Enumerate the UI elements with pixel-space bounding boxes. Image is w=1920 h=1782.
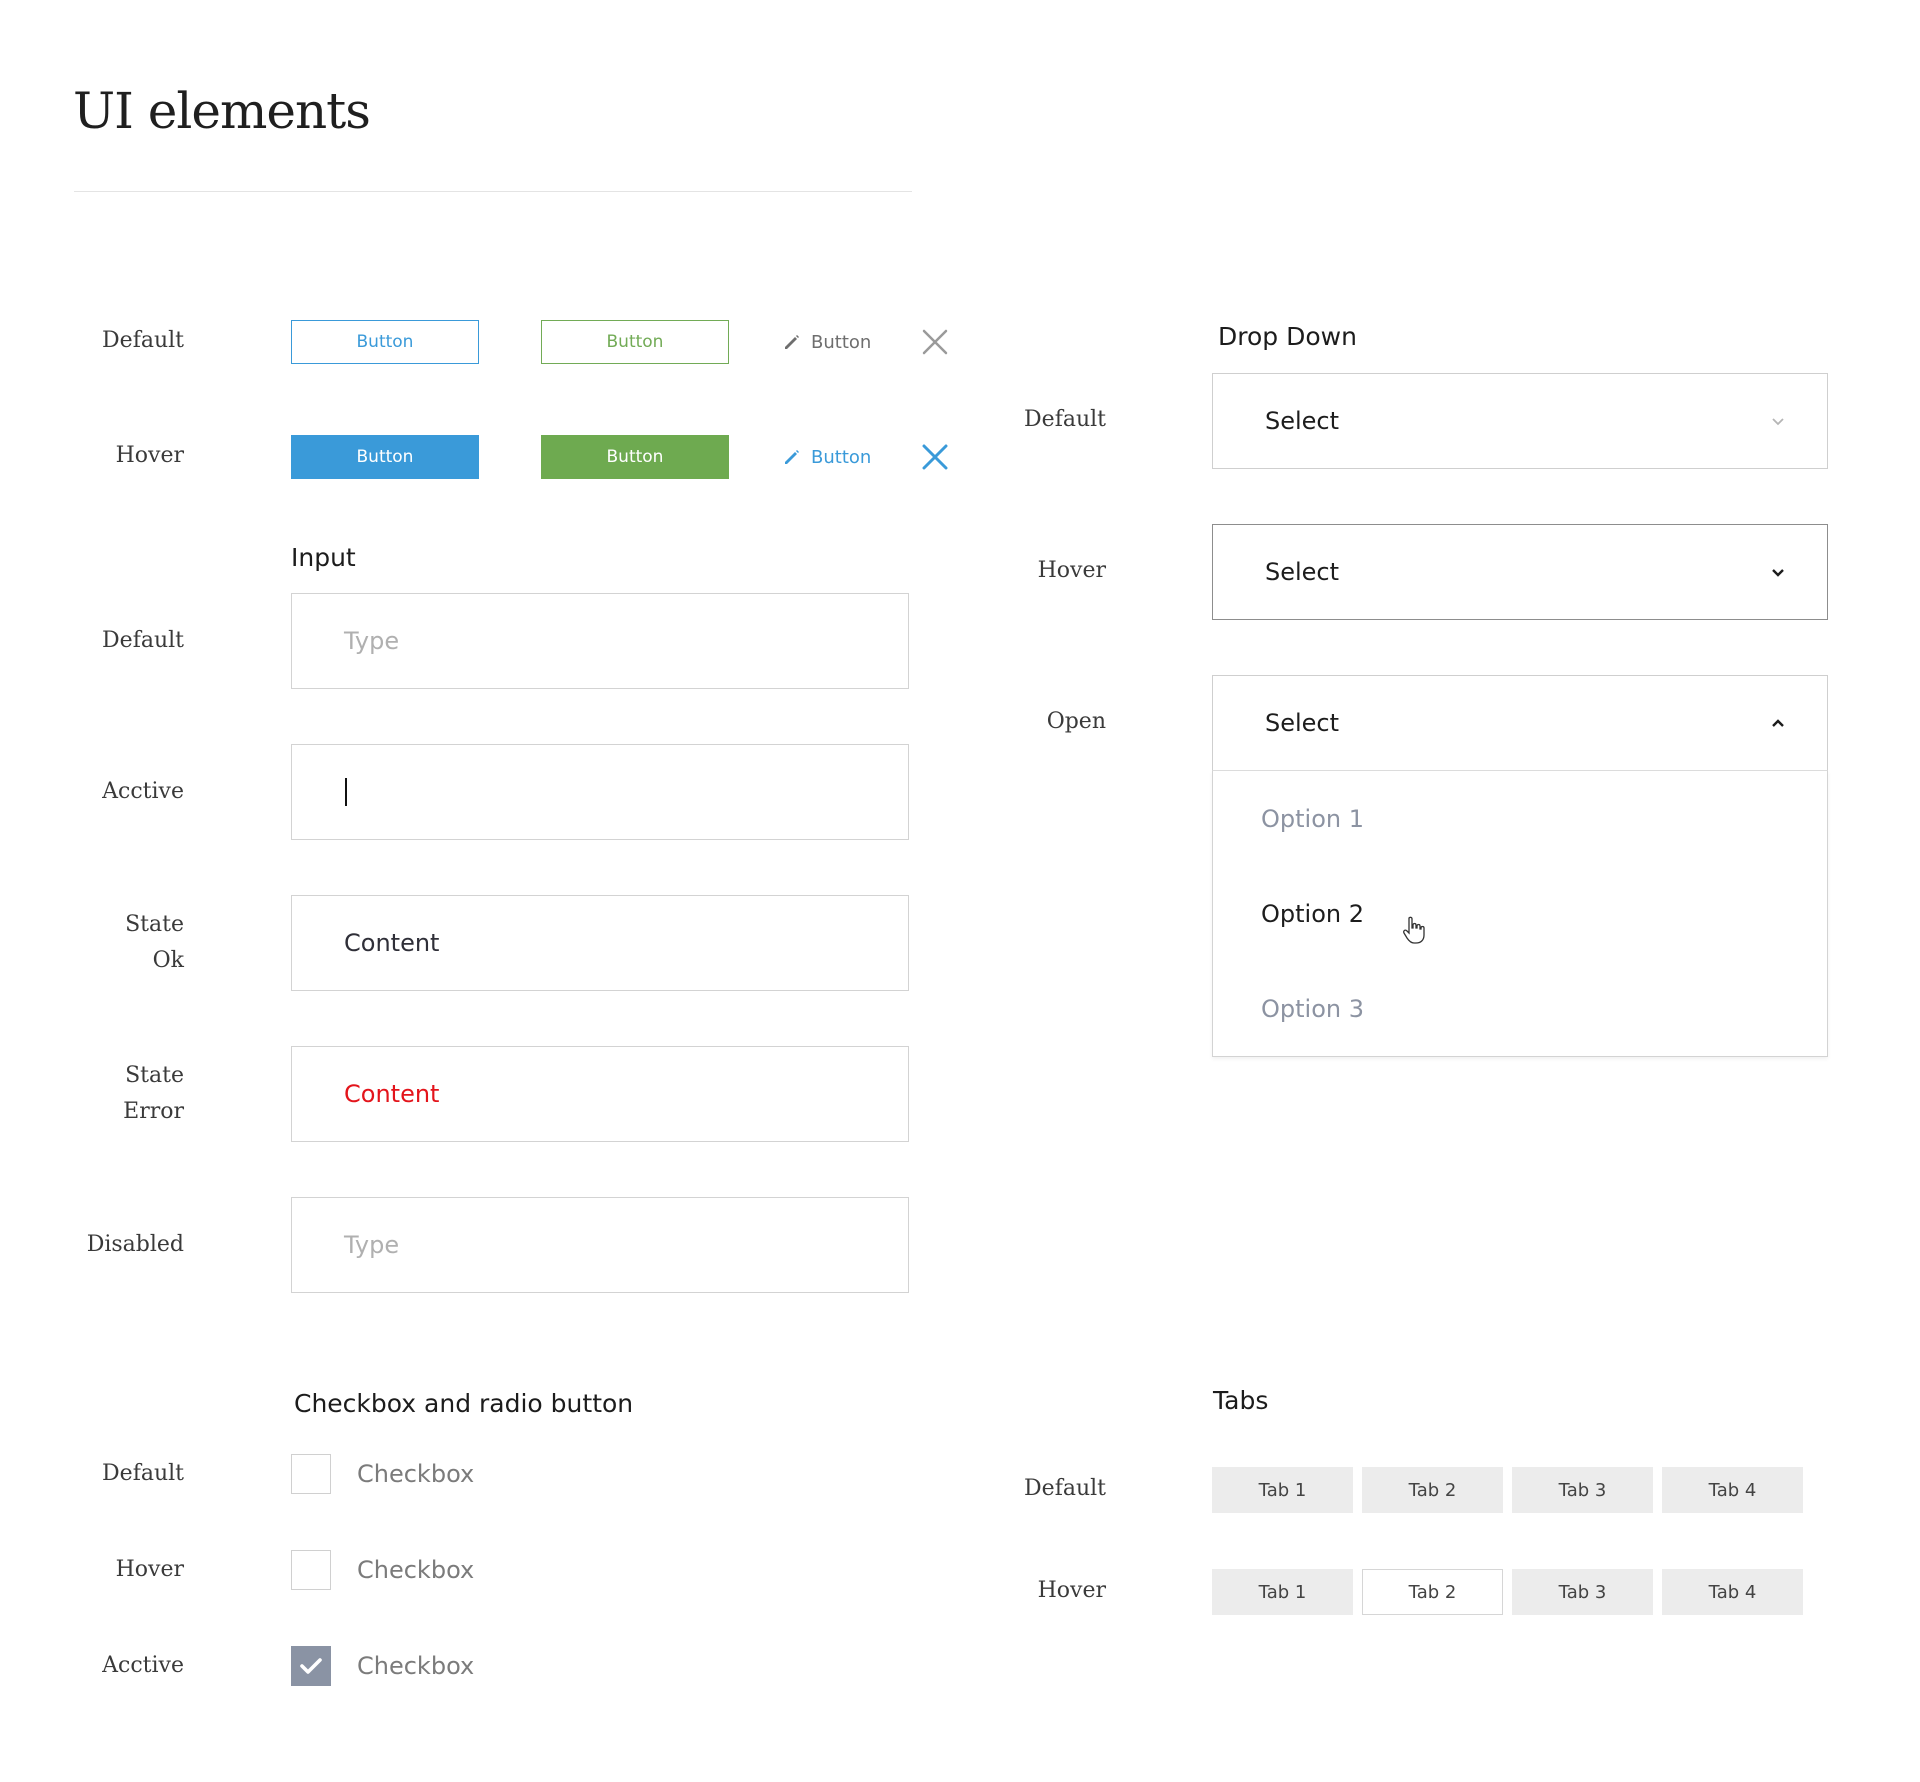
input-value: Content — [344, 929, 440, 957]
close-button-hover[interactable] — [919, 441, 951, 473]
row-label-tabs-default: Default — [1024, 1476, 1106, 1501]
row-label-buttons-hover: Hover — [115, 443, 184, 468]
checkbox-hover[interactable] — [291, 1550, 331, 1590]
edit-link-button[interactable]: Button — [783, 320, 871, 364]
input-disabled: Type — [291, 1197, 909, 1293]
select-value: Select — [1265, 709, 1340, 737]
input-default[interactable]: Type — [291, 593, 909, 689]
input-state-error[interactable]: Content — [291, 1046, 909, 1142]
edit-link-button-hover[interactable]: Button — [783, 435, 871, 479]
row-label-input-ok: State Ok — [125, 907, 184, 979]
select-open-trigger[interactable]: Select — [1212, 675, 1828, 771]
edit-link-label: Button — [811, 331, 872, 353]
tabs-heading: Tabs — [1213, 1386, 1269, 1415]
row-label-checkbox-active: Acctive — [102, 1653, 184, 1678]
row-label-line: State — [125, 1063, 184, 1088]
input-state-ok[interactable]: Content — [291, 895, 909, 991]
select-value: Select — [1265, 407, 1340, 435]
tab-1[interactable]: Tab 1 — [1212, 1467, 1353, 1513]
select-default[interactable]: Select — [1212, 373, 1828, 469]
row-label-input-active: Acctive — [102, 779, 184, 804]
input-heading: Input — [291, 543, 356, 572]
dropdown-heading: Drop Down — [1218, 322, 1357, 351]
tabs-default: Tab 1 Tab 2 Tab 3 Tab 4 — [1212, 1467, 1803, 1513]
checkbox-active-row: Checkbox — [291, 1644, 474, 1688]
row-label-line: State — [125, 912, 184, 937]
row-label-tabs-hover: Hover — [1037, 1578, 1106, 1603]
row-label-input-error: State Error — [123, 1058, 184, 1130]
chevron-down-icon — [1772, 418, 1784, 426]
close-icon — [922, 329, 948, 355]
page-title: UI elements — [73, 82, 371, 140]
checkbox-checked[interactable] — [291, 1646, 331, 1686]
row-label-dropdown-hover: Hover — [1037, 558, 1106, 583]
input-placeholder: Type — [344, 1231, 400, 1259]
row-label-checkbox-hover: Hover — [115, 1557, 184, 1582]
tab-4[interactable]: Tab 4 — [1662, 1467, 1803, 1513]
row-label-input-disabled: Disabled — [86, 1232, 184, 1257]
tab-3[interactable]: Tab 3 — [1512, 1467, 1653, 1513]
row-label-input-default: Default — [102, 628, 184, 653]
row-label-line: Ok — [152, 948, 184, 973]
select-open: Select Option 1 Option 2 Option 3 — [1212, 675, 1828, 1057]
chevron-down-icon — [1772, 569, 1784, 577]
input-placeholder: Type — [344, 627, 400, 655]
close-button[interactable] — [919, 326, 951, 358]
text-caret — [345, 778, 347, 806]
select-option-1[interactable]: Option 1 — [1213, 771, 1827, 866]
title-divider — [74, 191, 912, 192]
blue-outline-button[interactable]: Button — [291, 320, 479, 364]
chevron-up-icon — [1772, 719, 1784, 727]
checkbox-default-row: Checkbox — [291, 1452, 474, 1496]
green-filled-button[interactable]: Button — [541, 435, 729, 479]
checkbox-label: Checkbox — [357, 1460, 475, 1488]
input-active[interactable] — [291, 744, 909, 840]
edit-link-label: Button — [811, 446, 872, 468]
checkbox-hover-row: Checkbox — [291, 1548, 474, 1592]
green-outline-button[interactable]: Button — [541, 320, 729, 364]
tab-2[interactable]: Tab 2 — [1362, 1467, 1503, 1513]
select-option-2[interactable]: Option 2 — [1213, 866, 1827, 961]
tab-3[interactable]: Tab 3 — [1512, 1569, 1653, 1615]
checkbox-label: Checkbox — [357, 1556, 475, 1584]
row-label-line: Error — [123, 1099, 184, 1124]
tabs-hover: Tab 1 Tab 2 Tab 3 Tab 4 — [1212, 1569, 1803, 1615]
tab-1[interactable]: Tab 1 — [1212, 1569, 1353, 1615]
blue-filled-button[interactable]: Button — [291, 435, 479, 479]
pencil-icon — [785, 335, 799, 349]
checkbox-default[interactable] — [291, 1454, 331, 1494]
select-option-label: Option 2 — [1261, 899, 1364, 928]
checkbox-heading: Checkbox and radio button — [294, 1389, 634, 1418]
tab-2-hovered[interactable]: Tab 2 — [1362, 1569, 1503, 1615]
input-value: Content — [344, 1080, 440, 1108]
select-option-3[interactable]: Option 3 — [1213, 961, 1827, 1056]
checkmark-icon — [300, 1658, 322, 1674]
row-label-buttons-default: Default — [102, 328, 184, 353]
row-label-dropdown-default: Default — [1024, 407, 1106, 432]
pencil-icon — [785, 450, 799, 464]
close-icon — [922, 444, 948, 470]
select-value: Select — [1265, 558, 1340, 586]
checkbox-label: Checkbox — [357, 1652, 475, 1680]
row-label-dropdown-open: Open — [1046, 709, 1106, 734]
tab-4[interactable]: Tab 4 — [1662, 1569, 1803, 1615]
hand-cursor-icon — [1403, 916, 1425, 944]
row-label-checkbox-default: Default — [102, 1461, 184, 1486]
select-options-menu: Option 1 Option 2 Option 3 — [1212, 771, 1828, 1057]
select-hover[interactable]: Select — [1212, 524, 1828, 620]
